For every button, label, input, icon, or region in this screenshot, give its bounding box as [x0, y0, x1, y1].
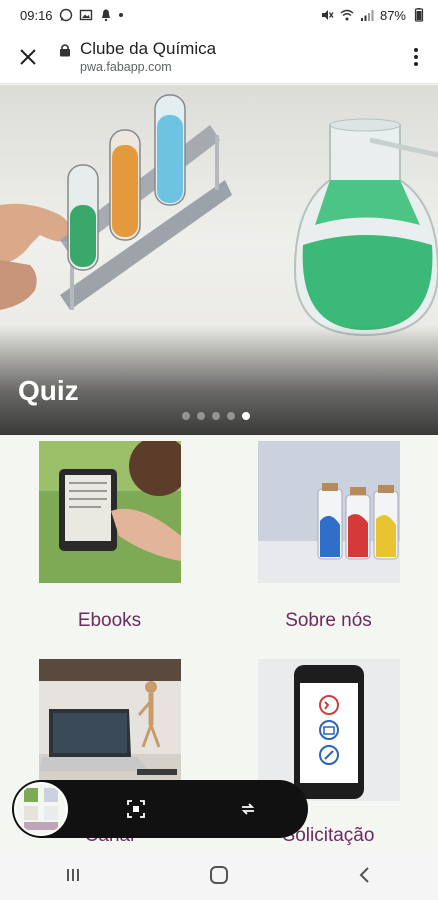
- carousel-dot[interactable]: [227, 412, 235, 420]
- carousel-dot[interactable]: [182, 412, 190, 420]
- hero-title: Quiz: [18, 375, 79, 406]
- status-left: 09:16: [20, 8, 123, 23]
- more-vert-dot: [414, 54, 418, 59]
- whatsapp-icon: [59, 8, 72, 22]
- home-button[interactable]: [199, 855, 239, 895]
- screen: 09:16 87% Clube da Química pwa.fabapp.co…: [0, 0, 438, 900]
- carousel-indicators: [182, 412, 250, 420]
- screenshot-toolbar: [12, 780, 308, 838]
- screenshot-capture-icon: [127, 800, 145, 818]
- back-icon: [359, 867, 369, 883]
- status-right: 87%: [320, 8, 426, 23]
- tile-label: Ebooks: [77, 610, 142, 631]
- image-icon: [79, 9, 92, 21]
- more-notifications-dot: [118, 13, 123, 17]
- status-bar: 09:16 87%: [0, 0, 438, 30]
- screenshot-capture-button[interactable]: [124, 797, 148, 821]
- close-tab-button[interactable]: [14, 43, 42, 71]
- recents-icon: [67, 869, 79, 881]
- tile-label: Sobre nós: [285, 610, 372, 631]
- system-navigation-bar: [0, 850, 438, 900]
- ink-bottles-photo-icon: [258, 441, 400, 583]
- notification-icon: [101, 9, 110, 22]
- signal-icon: [360, 10, 374, 21]
- screenshot-preview[interactable]: [14, 782, 68, 836]
- more-vert-dot: [414, 61, 418, 66]
- more-vert-dot: [414, 47, 418, 52]
- carousel-dot[interactable]: [212, 412, 220, 420]
- tile-sobre-nos[interactable]: Sobre nós: [219, 435, 438, 650]
- lock-icon: [60, 43, 70, 56]
- browser-toolbar: Clube da Química pwa.fabapp.com: [0, 30, 438, 84]
- page-title: Clube da Química: [80, 38, 217, 58]
- back-button[interactable]: [345, 855, 385, 895]
- carousel-dot[interactable]: [197, 412, 205, 420]
- tile-ebooks[interactable]: Ebooks: [0, 435, 219, 650]
- overflow-menu-button[interactable]: [406, 43, 426, 71]
- carousel-dot-active[interactable]: [242, 412, 250, 420]
- page-url: pwa.fabapp.com: [80, 59, 172, 74]
- hero-carousel[interactable]: Quiz: [0, 85, 438, 435]
- close-icon: [20, 48, 36, 65]
- rotate-button[interactable]: [236, 797, 260, 821]
- battery-icon: [414, 8, 424, 22]
- mute-icon: [321, 10, 334, 20]
- rotate-icon: [241, 803, 255, 815]
- wifi-icon: [340, 9, 354, 21]
- battery-level: 87%: [379, 7, 406, 23]
- home-icon: [210, 866, 228, 884]
- ereader-photo-icon: [39, 441, 181, 583]
- url-block[interactable]: Clube da Química pwa.fabapp.com: [80, 39, 406, 75]
- recents-button[interactable]: [53, 855, 93, 895]
- status-time: 09:16: [20, 7, 53, 23]
